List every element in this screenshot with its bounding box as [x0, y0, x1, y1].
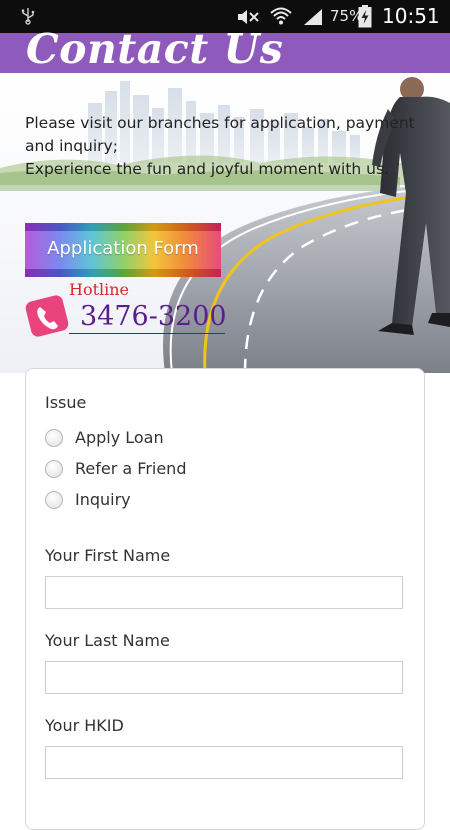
page-title: Contact Us — [26, 25, 284, 73]
intro-line-1: Please visit our branches for applicatio… — [25, 114, 415, 155]
radio-label: Refer a Friend — [75, 459, 187, 478]
hkid-label: Your HKID — [45, 716, 124, 735]
radio-refer-a-friend[interactable]: Refer a Friend — [45, 457, 295, 483]
intro-text: Please visit our branches for applicatio… — [25, 112, 435, 181]
signal-icon — [304, 9, 322, 25]
first-name-field[interactable] — [45, 576, 403, 609]
hkid-field[interactable] — [45, 746, 403, 779]
issue-label: Issue — [45, 393, 87, 412]
rainbow-strip-top — [25, 223, 221, 231]
application-form-button[interactable]: Application Form — [25, 223, 221, 277]
hotline-label: Hotline — [69, 280, 130, 299]
phone-icon[interactable] — [22, 292, 72, 340]
last-name-field[interactable] — [45, 661, 403, 694]
hotline-number-link[interactable]: 3476-3200 — [80, 301, 227, 332]
radio-inquiry[interactable]: Inquiry — [45, 488, 295, 514]
page-header: Contact Us — [0, 25, 450, 73]
battery-charging-icon — [358, 5, 372, 28]
rainbow-strip-bottom — [25, 269, 221, 277]
usb-icon — [21, 8, 35, 25]
status-clock: 10:51 — [382, 4, 440, 28]
radio-apply-loan[interactable]: Apply Loan — [45, 426, 295, 452]
application-form-label: Application Form — [47, 238, 199, 259]
wifi-icon — [270, 7, 292, 25]
radio-circle[interactable] — [45, 429, 63, 447]
radio-circle[interactable] — [45, 491, 63, 509]
hotline-underline — [69, 333, 225, 334]
intro-line-2: Experience the fun and joyful moment wit… — [25, 160, 390, 178]
mute-icon — [238, 10, 259, 24]
first-name-label: Your First Name — [45, 546, 171, 565]
radio-label: Inquiry — [75, 490, 131, 509]
last-name-label: Your Last Name — [45, 631, 170, 650]
radio-circle[interactable] — [45, 460, 63, 478]
radio-label: Apply Loan — [75, 428, 164, 447]
